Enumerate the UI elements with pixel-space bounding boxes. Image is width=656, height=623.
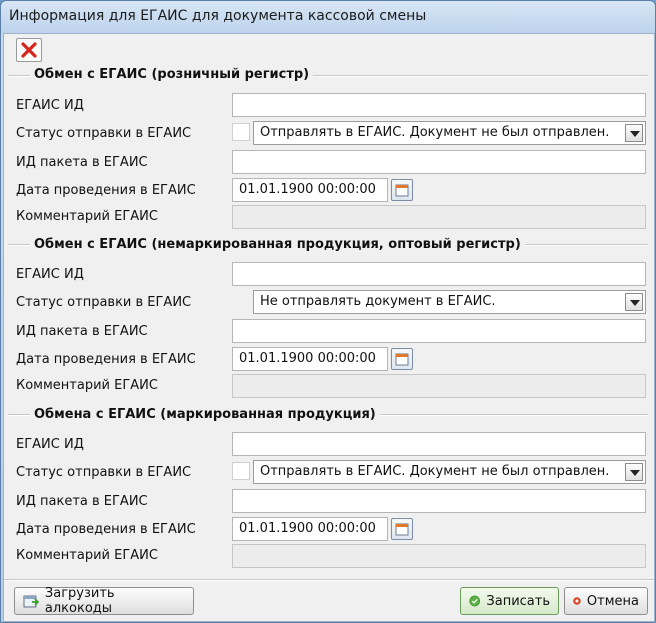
send-status-select[interactable]: Отправлять в ЕГАИС. Документ не был отпр… xyxy=(253,460,646,484)
section-title-retail: Обмен с ЕГАИС (розничный регистр) xyxy=(30,67,314,82)
chevron-down-icon[interactable] xyxy=(625,124,643,142)
label-comment: Комментарий ЕГАИС xyxy=(16,378,158,393)
label-egais-id: ЕГАИС ИД xyxy=(16,267,84,282)
package-id-field[interactable] xyxy=(232,319,646,343)
calendar-icon xyxy=(395,523,409,536)
calendar-icon xyxy=(395,353,409,366)
send-status-select[interactable]: Не отправлять документ в ЕГАИС. xyxy=(253,290,646,314)
posting-date-field[interactable]: 01.01.1900 00:00:00 xyxy=(232,517,388,541)
label-egais-id: ЕГАИС ИД xyxy=(16,98,84,113)
label-send-status: Статус отправки в ЕГАИС xyxy=(16,295,192,310)
label-package-id: ИД пакета в ЕГАИС xyxy=(16,494,148,509)
label-egais-id: ЕГАИС ИД xyxy=(16,437,84,452)
cancel-label: Отмена xyxy=(586,593,639,609)
comment-field xyxy=(232,544,646,568)
save-button[interactable]: Записать xyxy=(460,587,559,615)
load-icon xyxy=(23,595,39,608)
send-status-value: Отправлять в ЕГАИС. Документ не был отпр… xyxy=(260,464,610,479)
egais-id-field[interactable] xyxy=(232,432,646,456)
cancel-icon xyxy=(573,597,581,605)
delete-x-icon xyxy=(21,42,37,58)
dialog-window: Информация для ЕГАИС для документа кассо… xyxy=(0,0,656,623)
window-title: Информация для ЕГАИС для документа кассо… xyxy=(9,8,427,24)
calendar-icon xyxy=(395,184,409,197)
label-send-status: Статус отправки в ЕГАИС xyxy=(16,126,192,141)
title-bar[interactable]: Информация для ЕГАИС для документа кассо… xyxy=(1,1,655,33)
send-checkbox[interactable] xyxy=(232,462,250,480)
package-id-field[interactable] xyxy=(232,489,646,513)
load-alcocodes-label: Загрузить алкокоды xyxy=(44,586,115,616)
label-package-id: ИД пакета в ЕГАИС xyxy=(16,324,148,339)
egais-id-field[interactable] xyxy=(232,93,646,117)
label-posting-date: Дата проведения в ЕГАИС xyxy=(16,522,196,537)
posting-date-value: 01.01.1900 00:00:00 xyxy=(239,351,376,366)
posting-date-field[interactable]: 01.01.1900 00:00:00 xyxy=(232,178,388,202)
comment-field xyxy=(232,374,646,398)
section-title-wholesale: Обмен с ЕГАИС (немаркированная продукция… xyxy=(30,237,525,252)
delete-button[interactable] xyxy=(16,38,42,62)
label-posting-date: Дата проведения в ЕГАИС xyxy=(16,352,196,367)
chevron-down-icon[interactable] xyxy=(625,463,643,481)
section-title-marked: Обмена с ЕГАИС (маркированная продукция) xyxy=(30,407,380,422)
calendar-button[interactable] xyxy=(391,348,413,370)
calendar-button[interactable] xyxy=(391,179,413,201)
posting-date-value: 01.01.1900 00:00:00 xyxy=(239,521,376,536)
calendar-button[interactable] xyxy=(391,518,413,540)
send-checkbox[interactable] xyxy=(232,123,250,141)
comment-field xyxy=(232,205,646,229)
label-comment: Комментарий ЕГАИС xyxy=(16,209,158,224)
send-status-value: Отправлять в ЕГАИС. Документ не был отпр… xyxy=(260,125,610,140)
label-comment: Комментарий ЕГАИС xyxy=(16,548,158,563)
save-label: Записать xyxy=(486,593,550,609)
cancel-button[interactable]: Отмена xyxy=(564,587,648,615)
send-status-select[interactable]: Отправлять в ЕГАИС. Документ не был отпр… xyxy=(253,121,646,145)
package-id-field[interactable] xyxy=(232,150,646,174)
posting-date-field[interactable]: 01.01.1900 00:00:00 xyxy=(232,347,388,371)
load-alcocodes-button[interactable]: Загрузить алкокоды xyxy=(14,586,194,616)
label-send-status: Статус отправки в ЕГАИС xyxy=(16,465,192,480)
dialog-content: Обмен с ЕГАИС (розничный регистр) ЕГАИС … xyxy=(3,33,655,622)
send-status-value: Не отправлять документ в ЕГАИС. xyxy=(260,294,496,309)
egais-id-field[interactable] xyxy=(232,262,646,286)
footer-divider xyxy=(4,579,654,581)
chevron-down-icon[interactable] xyxy=(625,293,643,311)
posting-date-value: 01.01.1900 00:00:00 xyxy=(239,182,376,197)
checkmark-icon xyxy=(469,595,481,607)
label-package-id: ИД пакета в ЕГАИС xyxy=(16,155,148,170)
label-posting-date: Дата проведения в ЕГАИС xyxy=(16,183,196,198)
